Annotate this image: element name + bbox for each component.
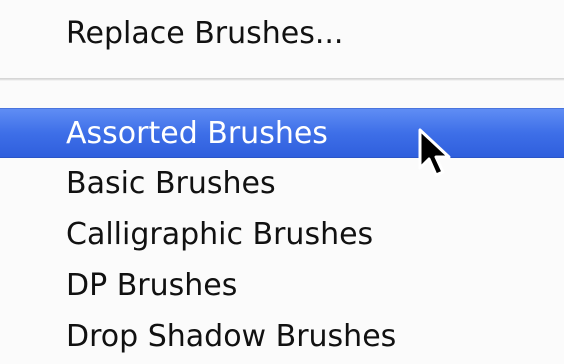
menu-separator <box>0 78 564 81</box>
mouse-pointer-icon <box>418 128 451 177</box>
menu-item-assorted-brushes[interactable]: Assorted Brushes <box>0 108 564 158</box>
menu-item-basic-brushes[interactable]: Basic Brushes <box>0 160 564 208</box>
brushes-menu: Replace Brushes... Assorted Brushes Basi… <box>0 0 564 364</box>
menu-item-calligraphic-brushes[interactable]: Calligraphic Brushes <box>0 211 564 259</box>
menu-item-drop-shadow-brushes[interactable]: Drop Shadow Brushes <box>0 313 564 361</box>
menu-item-replace-brushes[interactable]: Replace Brushes... <box>0 10 564 58</box>
menu-item-dp-brushes[interactable]: DP Brushes <box>0 262 564 310</box>
